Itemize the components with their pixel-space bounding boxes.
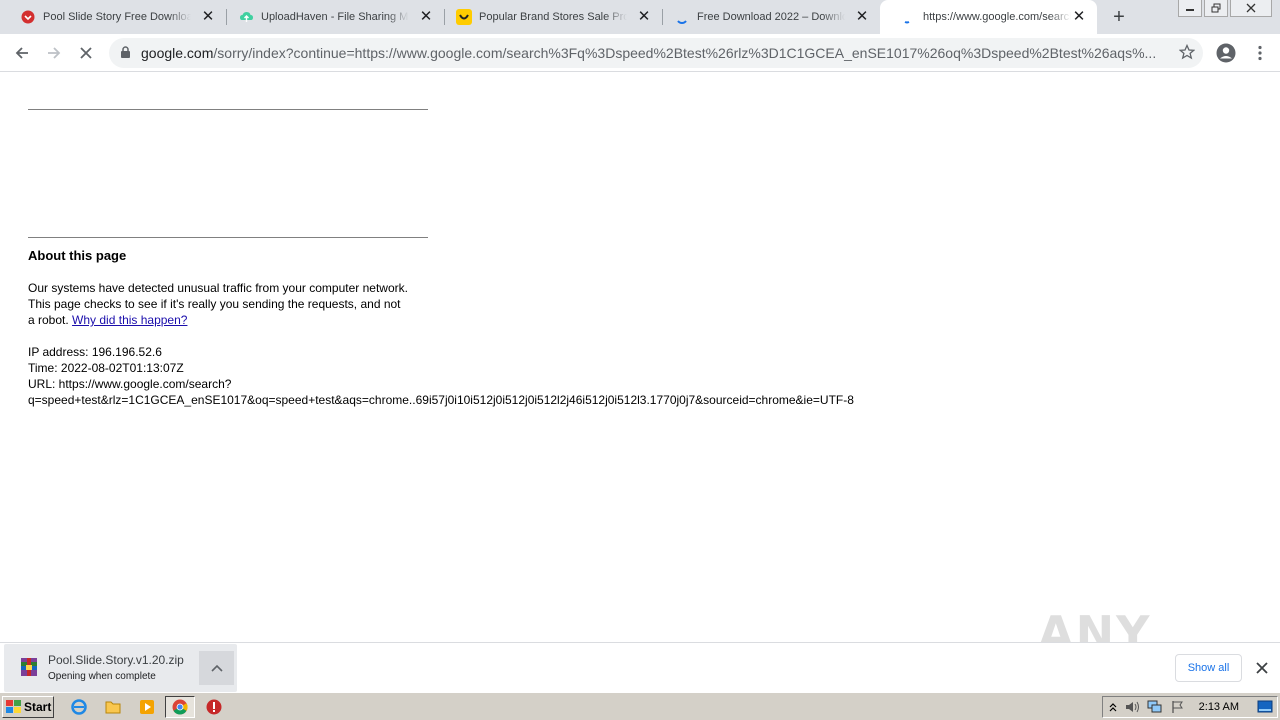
window-controls (1176, 0, 1272, 17)
download-filename: Pool.Slide.Story.v1.20.zip (48, 653, 184, 667)
show-desktop-icon[interactable] (1257, 700, 1273, 719)
close-tab-icon[interactable]: ✕ (636, 9, 652, 25)
close-tab-icon[interactable]: ✕ (854, 9, 870, 25)
restore-button[interactable] (1204, 0, 1228, 17)
stop-loading-icon[interactable] (74, 41, 98, 65)
profile-icon[interactable] (1214, 41, 1238, 65)
kebab-menu-icon[interactable] (1248, 41, 1272, 65)
folder-icon[interactable] (104, 698, 122, 716)
close-tab-icon[interactable]: ✕ (418, 9, 434, 25)
close-download-shelf-icon[interactable] (1252, 658, 1272, 678)
tab-uploadhaven[interactable]: UploadHaven - File Sharing Made Simple ✕ (218, 0, 444, 34)
tab-google-search[interactable]: https://www.google.com/search?q=speed+te… (880, 0, 1097, 34)
url-query-string: q=speed+test&rlz=1C1GCEA_enSE1017&oq=spe… (28, 393, 854, 407)
chrome-icon (172, 699, 188, 715)
tray-expand-icon[interactable] (1109, 700, 1117, 718)
tab-label: UploadHaven - File Sharing Made Simple (261, 11, 409, 23)
new-tab-button[interactable]: + (1108, 6, 1130, 28)
tab-label: Popular Brand Stores Sale Promotions (479, 11, 627, 23)
chrome-taskbar-button[interactable] (165, 696, 195, 718)
show-all-button[interactable]: Show all (1175, 654, 1242, 682)
tab-label: Pool Slide Story Free Download (v1.20) (43, 11, 191, 23)
lock-icon[interactable] (120, 46, 131, 64)
tab-brand-stores[interactable]: Popular Brand Stores Sale Promotions ✕ (436, 0, 662, 34)
time-line: Time: 2022-08-02T01:13:07Z (28, 361, 184, 375)
unusual-traffic-message: Our systems have detected unusual traffi… (28, 280, 408, 328)
start-button[interactable]: Start (2, 696, 54, 718)
windows-taskbar: Start 2:13 AM (0, 692, 1280, 720)
ip-address-line: IP address: 196.196.52.6 (28, 345, 162, 359)
top-divider (28, 109, 428, 110)
media-player-icon[interactable] (138, 698, 156, 716)
system-tray: 2:13 AM (1102, 696, 1278, 718)
uploadhaven-icon (238, 9, 254, 25)
middle-divider (28, 237, 428, 238)
download-item[interactable]: Pool.Slide.Story.v1.20.zip Opening when … (4, 644, 237, 692)
forward-icon[interactable] (42, 41, 66, 65)
browser-toolbar: google.com/sorry/index?continue=https://… (0, 34, 1280, 72)
close-tab-icon[interactable]: ✕ (200, 9, 216, 25)
back-icon[interactable] (10, 41, 34, 65)
zip-archive-icon (20, 656, 38, 683)
screen: Pool Slide Story Free Download (v1.20) ✕… (0, 0, 1280, 720)
tab-strip: Pool Slide Story Free Download (v1.20) ✕… (0, 0, 1280, 34)
minimize-button[interactable] (1178, 0, 1202, 17)
loading-icon (674, 9, 690, 25)
action-center-flag-icon[interactable] (1171, 700, 1185, 719)
close-window-button[interactable] (1230, 0, 1272, 17)
network-icon[interactable] (1147, 700, 1163, 719)
download-status: Opening when complete (48, 671, 156, 682)
address-url[interactable]: google.com/sorry/index?continue=https://… (141, 45, 1165, 61)
about-page-heading: About this page (28, 248, 127, 263)
close-tab-icon[interactable]: ✕ (1071, 9, 1087, 25)
address-bar[interactable]: google.com/sorry/index?continue=https://… (109, 38, 1203, 68)
red-download-icon (20, 9, 36, 25)
tab-pool-slide[interactable]: Pool Slide Story Free Download (v1.20) ✕ (0, 0, 226, 34)
bookmark-star-icon[interactable] (1178, 43, 1196, 65)
loading-icon (900, 9, 916, 25)
windows-flag-icon (6, 700, 21, 713)
tab-free-download[interactable]: Free Download 2022 – Download Games ✕ (654, 0, 880, 34)
why-did-this-happen-link[interactable]: Why did this happen? (72, 313, 187, 327)
clock: 2:13 AM (1198, 701, 1239, 713)
tab-label: https://www.google.com/search?q=speed+te… (923, 11, 1071, 23)
download-options-button[interactable] (199, 651, 234, 685)
url-host: google.com (141, 45, 214, 61)
url-path: /sorry/index?continue=https://www.google… (213, 45, 1157, 61)
stop-sign-icon[interactable] (205, 698, 223, 716)
url-line: URL: https://www.google.com/search? (28, 377, 232, 391)
internet-explorer-icon[interactable] (70, 698, 88, 716)
volume-icon[interactable] (1125, 700, 1141, 719)
download-shelf: Pool.Slide.Story.v1.20.zip Opening when … (0, 642, 1280, 692)
start-label: Start (24, 700, 52, 714)
tab-label: Free Download 2022 – Download Games (697, 11, 845, 23)
smile-logo-icon (456, 9, 472, 25)
